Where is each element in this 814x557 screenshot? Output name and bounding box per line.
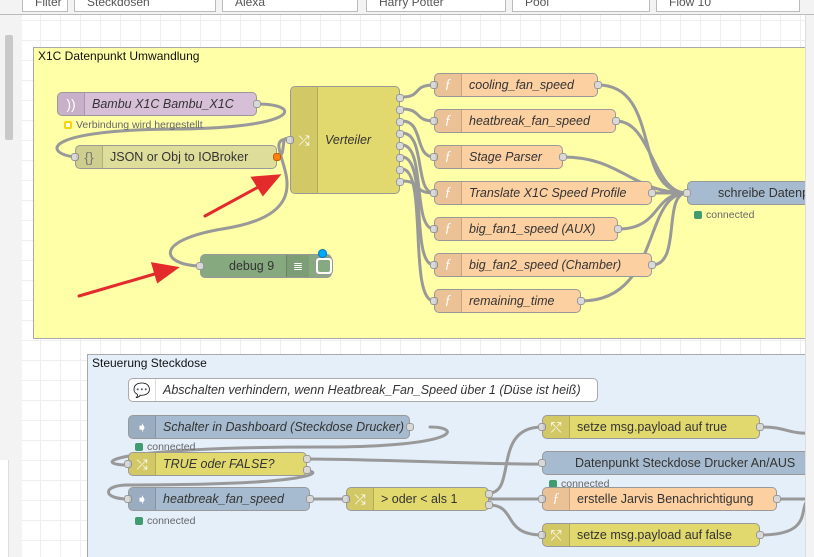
tab-label: Flow 10 — [669, 0, 712, 9]
tab-label: Harry Potter — [379, 0, 444, 9]
tab-filter[interactable]: Filter — [22, 0, 68, 12]
red-arrow-1-head-icon — [250, 174, 282, 197]
tab-harry-potter[interactable]: Harry Potter — [366, 0, 506, 12]
annotation-layer — [77, 174, 282, 298]
canvas-scrollbar[interactable] — [805, 15, 814, 557]
tab-alexa[interactable]: Alexa — [222, 0, 358, 12]
red-arrow-2-head-icon — [150, 262, 180, 284]
tab-label: Alexa — [235, 0, 266, 9]
flow-canvas[interactable]: X1C Datenpunkt Umwandlung Steuerung Stec… — [22, 15, 814, 557]
tab-label: Filter — [35, 0, 62, 9]
tab-pool[interactable]: Pool — [512, 0, 650, 12]
tab-label: Pool — [525, 0, 550, 9]
red-arrow-2 — [77, 271, 160, 298]
tab-label: Steckdosen — [87, 0, 150, 9]
tab-flow-10[interactable]: Flow 10 — [656, 0, 800, 12]
workspace-tab-bar: Filter Steckdosen Alexa Harry Potter Poo… — [0, 0, 814, 15]
scrollbar-thumb[interactable] — [5, 35, 13, 140]
palette-edge — [0, 460, 9, 557]
red-arrow-1 — [203, 183, 264, 218]
tab-steckdosen[interactable]: Steckdosen — [74, 0, 216, 12]
